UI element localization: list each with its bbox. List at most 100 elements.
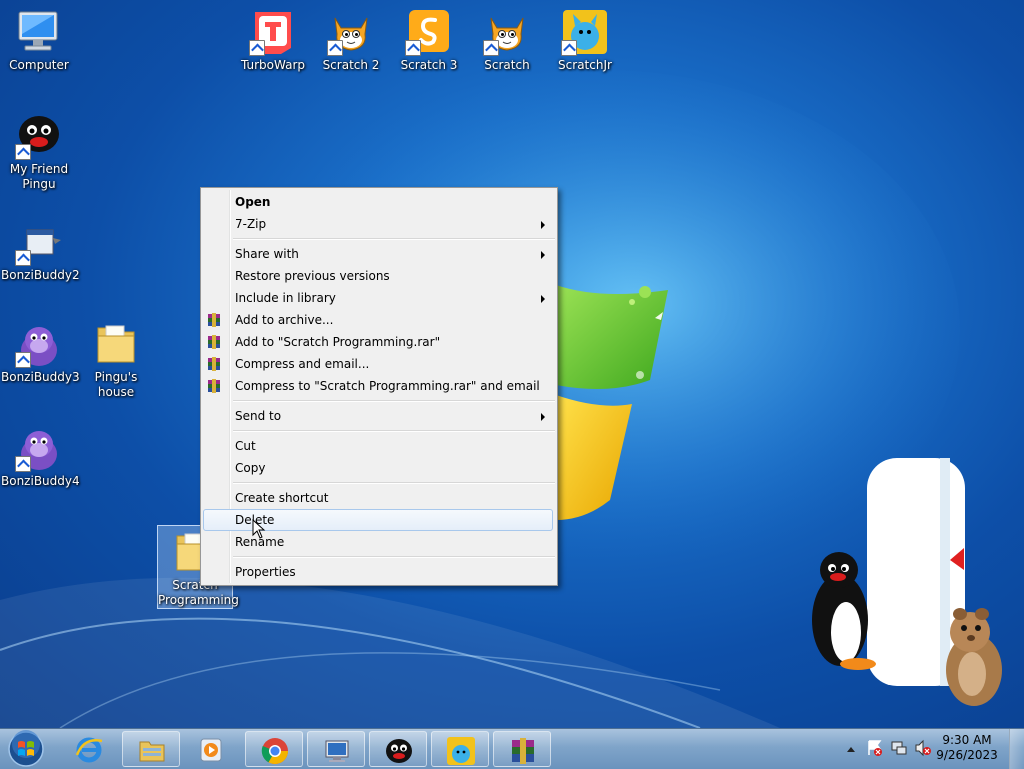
media-player-icon — [200, 738, 222, 762]
shortcut-arrow-icon — [15, 352, 31, 368]
shortcut-arrow-icon — [15, 144, 31, 160]
desktop-icon-bonzibuddy3[interactable]: BonziBuddy3 — [1, 320, 80, 385]
submenu-arrow-icon — [541, 221, 545, 229]
menu-item-label: Share with — [235, 247, 299, 261]
desktop-icon-my-friend-pingu[interactable]: My Friend Pingu — [1, 112, 77, 192]
submenu-arrow-icon — [541, 295, 545, 303]
submenu-arrow-icon — [541, 413, 545, 421]
menu-item-restore-previous-versions[interactable]: Restore previous versions — [203, 265, 553, 287]
menu-item-label: 7-Zip — [235, 217, 267, 231]
menu-item-label: Include in library — [235, 291, 336, 305]
menu-separator — [233, 556, 555, 558]
menu-item-label: Copy — [235, 461, 266, 475]
desktop-icon-bonzibuddy4[interactable]: BonziBuddy4 — [1, 424, 80, 489]
menu-item-label: Properties — [235, 565, 296, 579]
show-hidden-icons-icon[interactable] — [846, 745, 856, 753]
desktop-icon-label: My Friend Pingu — [9, 162, 69, 191]
desktop-icon-scratch3[interactable]: Scratch 3 — [391, 8, 467, 73]
desktop-icon-label: Scratch 2 — [322, 58, 380, 72]
menu-item-compress-and-email[interactable]: Compress and email... — [203, 353, 553, 375]
desktop-icon-computer[interactable]: Computer — [1, 8, 77, 73]
volume-muted-icon[interactable] — [914, 739, 932, 757]
menu-item-label: Add to archive... — [235, 313, 334, 327]
network-icon[interactable] — [890, 739, 908, 757]
action-center-icon[interactable] — [866, 739, 884, 757]
hamster-figure — [946, 608, 1002, 706]
taskbar-internet-explorer[interactable] — [60, 731, 118, 767]
submenu-arrow-icon — [541, 251, 545, 259]
menu-item-copy[interactable]: Copy — [203, 457, 553, 479]
shortcut-arrow-icon — [249, 40, 265, 56]
menu-item-share-with[interactable]: Share with — [203, 243, 553, 265]
mouse-cursor-icon — [252, 519, 266, 539]
taskbar-remote-desktop[interactable] — [307, 731, 365, 767]
menu-item-add-to-archive[interactable]: Add to archive... — [203, 309, 553, 331]
shortcut-arrow-icon — [483, 40, 499, 56]
menu-item-create-shortcut[interactable]: Create shortcut — [203, 487, 553, 509]
folder-icon — [97, 325, 135, 363]
shortcut-arrow-icon — [327, 40, 343, 56]
menu-item-label: Create shortcut — [235, 491, 329, 505]
winrar-icon — [512, 738, 534, 764]
menu-item-include-in-library[interactable]: Include in library — [203, 287, 553, 309]
taskbar-scratchjr[interactable] — [431, 731, 489, 767]
pingu-icon — [386, 739, 412, 763]
computer-icon — [18, 11, 58, 51]
desktop-icon-label: TurboWarp — [240, 58, 305, 72]
taskbar-file-explorer[interactable] — [122, 731, 180, 767]
menu-item-send-to[interactable]: Send to — [203, 405, 553, 427]
internet-explorer-icon — [75, 737, 103, 763]
clock-date: 9/26/2023 — [936, 748, 998, 762]
menu-item-label: Compress and email... — [235, 357, 370, 371]
taskbar-chrome[interactable] — [245, 731, 303, 767]
taskbar-media-player[interactable] — [182, 731, 240, 767]
clock-time: 9:30 AM — [942, 733, 992, 747]
remote-desktop-icon — [325, 740, 349, 762]
menu-item-add-to-rar[interactable]: Add to "Scratch Programming.rar" — [203, 331, 553, 353]
desktop-icon-scratch[interactable]: Scratch — [469, 8, 545, 73]
desktop-icon-scratchjr[interactable]: ScratchJr — [547, 8, 623, 73]
menu-item-label: Cut — [235, 439, 256, 453]
desktop-icon-turbowarp[interactable]: TurboWarp — [235, 8, 311, 73]
pingu-figure — [812, 552, 876, 670]
taskbar-winrar[interactable] — [493, 731, 551, 767]
menu-item-properties[interactable]: Properties — [203, 561, 553, 583]
start-button[interactable] — [4, 730, 48, 768]
desktop-icon-label: BonziBuddy3 — [1, 370, 80, 384]
shortcut-arrow-icon — [15, 250, 31, 266]
winrar-icon — [208, 313, 220, 327]
menu-item-compress-to-rar-and-email[interactable]: Compress to "Scratch Programming.rar" an… — [203, 375, 553, 397]
menu-item-label: Restore previous versions — [235, 269, 390, 283]
winrar-icon — [208, 379, 220, 393]
menu-separator — [233, 482, 555, 484]
shortcut-arrow-icon — [561, 40, 577, 56]
menu-item-label: Send to — [235, 409, 282, 423]
desktop-icon-label: Scratch — [484, 58, 530, 72]
desktop-icon-scratch2[interactable]: Scratch 2 — [313, 8, 389, 73]
desktop-icon-bonzibuddy2[interactable]: BonziBuddy2 — [1, 218, 80, 283]
winrar-icon — [208, 335, 220, 349]
menu-item-label: Add to "Scratch Programming.rar" — [235, 335, 441, 349]
desktop-icon-pingus-house[interactable]: Pingu's house — [78, 320, 154, 400]
menu-separator — [233, 430, 555, 432]
winrar-icon — [208, 357, 220, 371]
windows-orb-icon — [8, 730, 44, 767]
desktop[interactable]: Computer TurboWarp Scratch 2 Scratch 3 S… — [0, 0, 1024, 728]
desktop-icon-label: Pingu's house — [94, 370, 138, 399]
menu-item-cut[interactable]: Cut — [203, 435, 553, 457]
menu-item-open[interactable]: Open — [203, 191, 553, 213]
menu-item-7zip[interactable]: 7-Zip — [203, 213, 553, 235]
scratchjr-icon — [447, 737, 475, 765]
taskbar: 9:30 AM 9/26/2023 — [0, 728, 1024, 769]
menu-item-label: Compress to "Scratch Programming.rar" an… — [235, 379, 540, 393]
desktop-icon-label: Scratch 3 — [400, 58, 458, 72]
desktop-icon-label: BonziBuddy4 — [1, 474, 80, 488]
show-desktop-button[interactable] — [1009, 729, 1024, 769]
taskbar-clock[interactable]: 9:30 AM 9/26/2023 — [932, 733, 1002, 763]
taskbar-pingu[interactable] — [369, 731, 427, 767]
menu-separator — [233, 238, 555, 240]
desktop-icon-label: Computer — [9, 58, 69, 72]
shortcut-arrow-icon — [15, 456, 31, 472]
chrome-icon — [261, 738, 289, 765]
menu-separator — [233, 400, 555, 402]
